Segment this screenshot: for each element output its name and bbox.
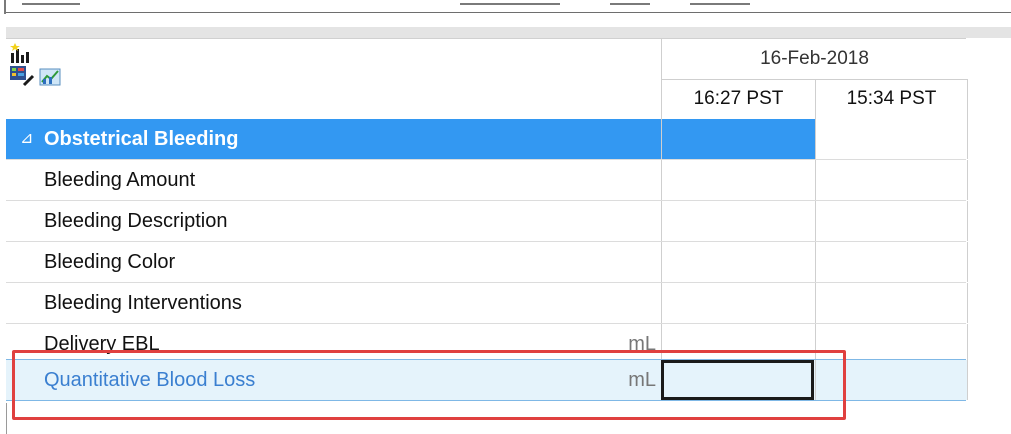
table-row[interactable]: Bleeding Interventions [6, 283, 968, 324]
row-label: Bleeding Amount [44, 169, 196, 191]
table-row[interactable]: Bleeding Color [6, 242, 968, 283]
table-row-selected[interactable]: Quantitative Blood Loss mL [6, 359, 968, 401]
section-cell-2 [815, 119, 968, 159]
graph-icon[interactable] [39, 65, 63, 87]
clipped-text-fragment [22, 3, 80, 5]
time-column-header-1[interactable]: 16:27 PST [661, 79, 815, 120]
clipped-text-fragment [690, 3, 750, 5]
flowsheet-edit-icon[interactable] [9, 65, 37, 87]
row-label: Bleeding Color [44, 251, 176, 273]
value-cell[interactable] [815, 242, 968, 282]
value-cell[interactable] [661, 324, 815, 364]
time-column-header-2[interactable]: 15:34 PST [815, 79, 968, 120]
table-row[interactable]: Bleeding Description [6, 201, 968, 242]
row-label: Delivery EBL [44, 333, 160, 355]
value-cell[interactable] [815, 283, 968, 323]
toolbar-band [6, 27, 1011, 38]
table-row[interactable]: Bleeding Amount [6, 160, 968, 201]
value-cell[interactable] [815, 201, 968, 241]
grid-header: 16-Feb-2018 16:27 PST 15:34 PST [6, 39, 968, 120]
top-border-line [6, 12, 1011, 13]
section-cell-1 [661, 119, 815, 159]
active-value-cell[interactable] [661, 360, 814, 400]
date-column-header: 16-Feb-2018 [661, 39, 967, 80]
value-cell[interactable] [661, 242, 815, 282]
section-title: Obstetrical Bleeding [44, 128, 239, 150]
row-unit: mL [628, 333, 656, 355]
section-row-obstetrical-bleeding[interactable]: ⊿ Obstetrical Bleeding [6, 119, 968, 160]
value-cell[interactable] [815, 360, 968, 400]
collapse-toggle-icon[interactable]: ⊿ [20, 119, 33, 159]
value-cell[interactable] [661, 283, 815, 323]
row-label: Bleeding Interventions [44, 292, 242, 314]
value-cell[interactable] [815, 324, 968, 364]
clipped-text-fragment [610, 3, 650, 5]
top-window-edge [0, 0, 1011, 14]
row-label: Quantitative Blood Loss [44, 369, 256, 391]
flowsheet-grid: 16-Feb-2018 16:27 PST 15:34 PST ⊿ Obstet… [6, 38, 968, 403]
value-cell[interactable] [661, 160, 815, 200]
value-cell[interactable] [815, 160, 968, 200]
clipped-text-fragment [460, 3, 560, 5]
value-cell[interactable] [661, 201, 815, 241]
row-label: Bleeding Description [44, 210, 228, 232]
row-unit: mL [628, 369, 656, 391]
